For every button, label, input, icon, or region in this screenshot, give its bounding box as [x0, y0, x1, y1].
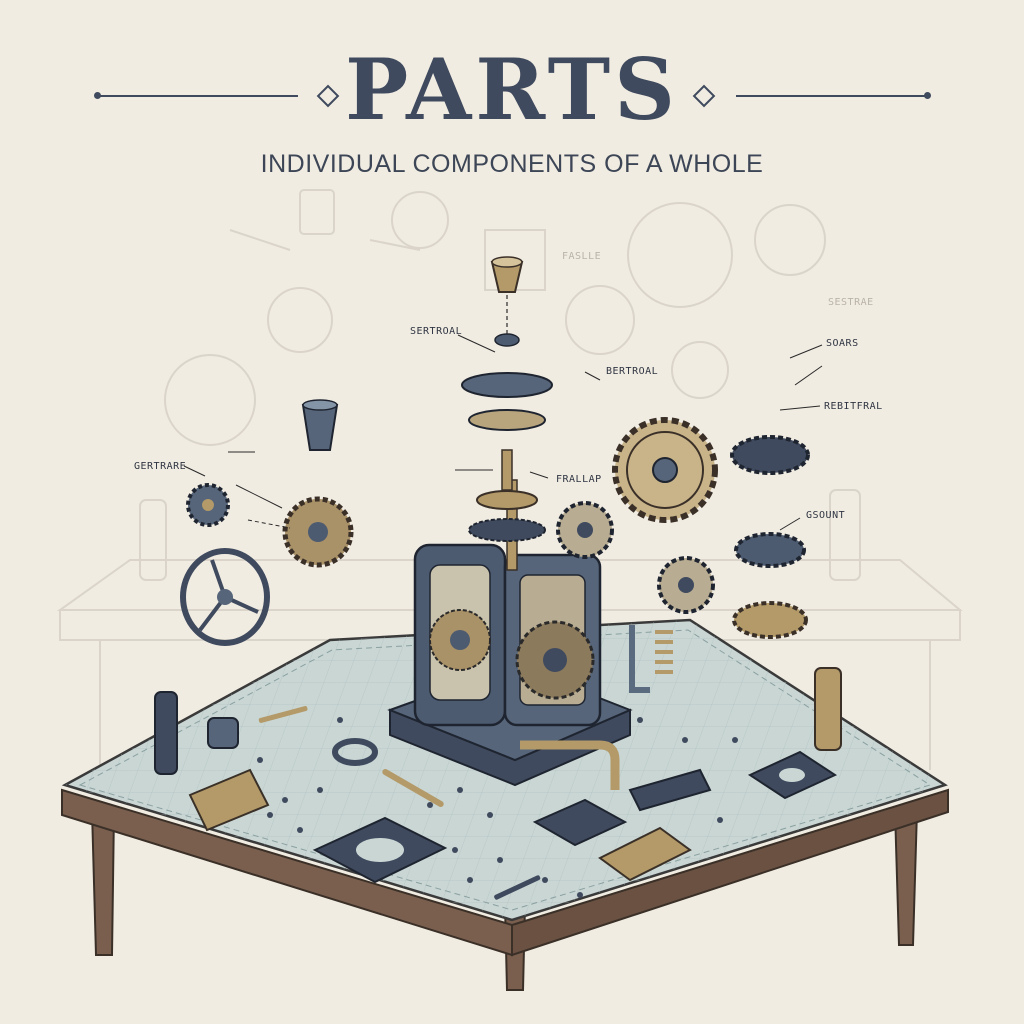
callout-label: SOARS [826, 338, 859, 349]
faded-callout-label: SESTRAE [828, 297, 874, 308]
callout-label: GERTRARE [134, 461, 187, 472]
callout-label: REBITFRAL [824, 401, 883, 412]
handwheel-icon [180, 548, 270, 646]
gear-icon [186, 483, 230, 527]
bushing-icon [301, 399, 339, 451]
exploded-spindle-stack [461, 256, 553, 542]
gear-icon [612, 417, 718, 523]
faded-callout-label: FASLLE [562, 251, 602, 262]
gear-icon [657, 556, 715, 614]
callout-label: BERTROAL [606, 366, 659, 377]
gear-icon [730, 435, 810, 639]
page-subtitle: INDIVIDUAL COMPONENTS OF A WHOLE [260, 150, 764, 178]
callout-label: FRALLAP [556, 474, 602, 485]
callout-label: GSOUNT [806, 510, 846, 521]
parts-illustration: PARTS INDIVIDUAL COMPONENTS OF A WHOLE S… [0, 0, 1024, 1024]
callout-label: SERTROAL [410, 326, 463, 337]
gear-icon [556, 501, 614, 559]
title-rule-right-dot [924, 92, 931, 99]
page-title: PARTS [345, 40, 679, 139]
title-rule-right [736, 95, 926, 97]
gear-icon [282, 496, 354, 568]
